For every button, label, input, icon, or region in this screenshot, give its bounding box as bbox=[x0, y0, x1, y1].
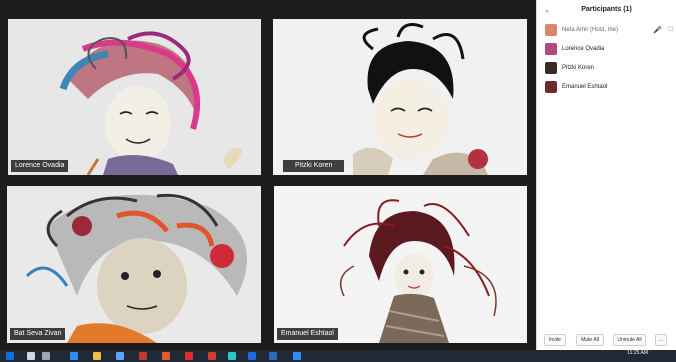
doll-video-image bbox=[7, 186, 261, 343]
participant-name-label: Lorence Ovadia bbox=[11, 160, 69, 172]
participant-row-host[interactable]: Neta Amir (Host, me) 🎤 □ bbox=[537, 20, 676, 39]
avatar bbox=[545, 23, 557, 36]
panel-footer: Invite Mute All Unmute All ... bbox=[537, 334, 676, 348]
mute-all-button[interactable]: Mute All bbox=[576, 334, 604, 346]
participant-name: Neta Amir (Host, me) bbox=[562, 26, 619, 33]
app-icon[interactable] bbox=[228, 352, 236, 360]
app-icon[interactable] bbox=[162, 352, 170, 360]
participant-list: Neta Amir (Host, me) 🎤 □ Lorence Ovadia … bbox=[537, 20, 676, 96]
unmute-all-button[interactable]: Unmute All bbox=[613, 334, 646, 346]
doll-video-image bbox=[274, 186, 527, 343]
avatar bbox=[545, 61, 557, 74]
store-icon[interactable] bbox=[116, 352, 124, 360]
participant-row[interactable]: Lorence Ovadia bbox=[537, 39, 676, 58]
participants-panel: ⌄ Participants (1) Neta Amir (Host, me) … bbox=[536, 0, 676, 350]
video-tile-pitzki[interactable]: Pitzki Koren bbox=[273, 19, 527, 175]
doll-video-image bbox=[273, 19, 527, 175]
windows-taskbar: 11:25 AM bbox=[0, 350, 676, 362]
participant-row[interactable]: Pitzki Koren bbox=[537, 58, 676, 77]
chrome-icon[interactable] bbox=[185, 352, 193, 360]
panel-header: ⌄ Participants (1) bbox=[537, 0, 676, 20]
taskbar-clock[interactable]: 11:25 AM bbox=[627, 350, 648, 356]
zoom-icon[interactable] bbox=[293, 352, 301, 360]
participant-name: Emanuel Eshtaol bbox=[562, 83, 608, 90]
invite-button[interactable]: Invite bbox=[544, 334, 566, 346]
avatar bbox=[545, 42, 557, 55]
avatar bbox=[545, 80, 557, 93]
search-icon[interactable] bbox=[27, 352, 35, 360]
start-icon[interactable] bbox=[6, 352, 14, 360]
app-icon[interactable] bbox=[269, 352, 277, 360]
video-tile-emanuel[interactable]: Emanuel Eshtaol bbox=[274, 186, 527, 343]
participant-row[interactable]: Emanuel Eshtaol bbox=[537, 77, 676, 96]
participant-name-label: Bat Seva Zivan bbox=[10, 328, 66, 340]
panel-title: Participants (1) bbox=[581, 6, 632, 13]
video-gallery: Lorence Ovadia Pitzki Koren Bat Seva Ziv… bbox=[0, 0, 535, 350]
more-options-button[interactable]: ... bbox=[655, 334, 667, 346]
zoom-meeting-window: Lorence Ovadia Pitzki Koren Bat Seva Ziv… bbox=[0, 0, 676, 362]
video-camera-icon[interactable]: □ bbox=[669, 26, 673, 33]
participant-name-label: Pitzki Koren bbox=[283, 160, 345, 172]
file-explorer-icon[interactable] bbox=[93, 352, 101, 360]
microphone-icon[interactable]: 🎤 bbox=[653, 26, 662, 34]
participant-name: Pitzki Koren bbox=[562, 64, 595, 71]
video-tile-lorence[interactable]: Lorence Ovadia bbox=[8, 19, 261, 175]
participant-name: Lorence Ovadia bbox=[562, 45, 605, 52]
video-tile-bat-seva[interactable]: Bat Seva Zivan bbox=[7, 186, 261, 343]
doll-video-image bbox=[8, 19, 261, 175]
participant-name-label: Emanuel Eshtaol bbox=[277, 328, 338, 340]
app-icon[interactable] bbox=[248, 352, 256, 360]
task-view-icon[interactable] bbox=[42, 352, 50, 360]
app-icon[interactable] bbox=[139, 352, 147, 360]
app-icon[interactable] bbox=[208, 352, 216, 360]
edge-icon[interactable] bbox=[70, 352, 78, 360]
